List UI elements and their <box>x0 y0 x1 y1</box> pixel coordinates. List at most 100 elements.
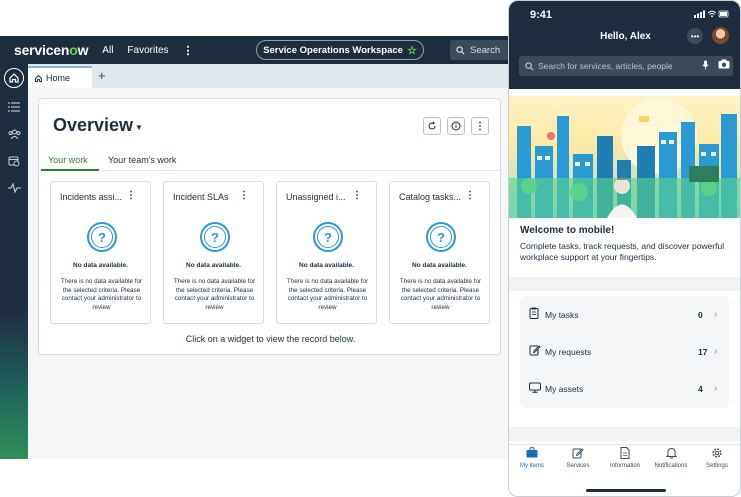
chevron-down-icon[interactable]: ▼ <box>135 123 143 132</box>
mobile-search-input[interactable]: Search for services, articles, people <box>519 56 733 76</box>
composite-screenshot: servicenow All Favorites ⋮ Service Opera… <box>0 0 741 497</box>
tab-label: Services <box>566 463 590 469</box>
widget-title: Incidents assi... <box>60 192 123 202</box>
workspace-selector[interactable]: Service Operations Workspace ☆ <box>256 40 424 60</box>
edit-icon <box>529 344 541 359</box>
signal-wifi-battery-icon <box>694 10 730 20</box>
kebab-icon[interactable]: ⋮ <box>239 190 249 201</box>
monitor-icon <box>529 382 541 396</box>
tab-notifications[interactable]: Notifications <box>648 447 694 469</box>
search-label: Search <box>470 44 501 56</box>
info-button[interactable] <box>447 117 465 135</box>
kebab-icon: ⋮ <box>475 120 485 132</box>
search-icon <box>456 45 465 55</box>
pulse-icon[interactable] <box>4 178 24 198</box>
tab-information[interactable]: Information <box>602 447 648 469</box>
side-rail <box>0 64 28 459</box>
search-placeholder: Search for services, articles, people <box>538 61 673 71</box>
tab-your-teams-work[interactable]: Your team's work <box>108 155 176 165</box>
tab-bar: Home + <box>28 64 560 88</box>
no-data-label: No data available. <box>186 262 241 269</box>
list-item-label: My tasks <box>545 309 579 320</box>
tab-label: Notifications <box>654 463 688 469</box>
tab-home[interactable]: Home <box>28 66 92 88</box>
list-item-count: 17 <box>698 346 708 357</box>
search-icon <box>525 61 534 71</box>
tab-label: Information <box>609 463 640 469</box>
refresh-button[interactable] <box>423 117 441 135</box>
team-icon[interactable] <box>4 124 24 144</box>
desktop-workspace-window: servicenow All Favorites ⋮ Service Opera… <box>0 36 560 459</box>
pencil-icon <box>555 447 601 463</box>
briefcase-icon <box>509 447 555 463</box>
list-item-count: 4 <box>698 383 703 394</box>
widget-title: Incident SLAs <box>173 192 229 202</box>
list-item-count: 0 <box>698 309 703 320</box>
my-items-list: My tasks 0 › My requests 17 › My assets … <box>520 296 729 408</box>
microphone-icon[interactable] <box>702 60 709 72</box>
nav-more-icon[interactable]: ⋮ <box>183 44 194 57</box>
list-item-label: My requests <box>545 346 592 357</box>
avatar[interactable] <box>712 27 729 44</box>
no-data-label: No data available. <box>412 262 467 269</box>
no-data-label: No data available. <box>299 262 354 269</box>
nav-favorites[interactable]: Favorites <box>127 45 168 56</box>
bottom-tab-bar: My items Services Information Notificati… <box>509 444 740 478</box>
nav-all[interactable]: All <box>102 45 113 56</box>
list-icon[interactable] <box>4 97 24 117</box>
active-tab-indicator <box>41 169 99 171</box>
list-item-my-tasks[interactable]: My tasks 0 › <box>520 296 729 333</box>
tab-label: Settings <box>706 463 728 469</box>
mobile-phone-screen: 9:41 Hello, Alex ••• Search for services… <box>508 0 741 497</box>
more-options-icon[interactable]: ••• <box>687 28 703 44</box>
chevron-right-icon: › <box>714 346 718 357</box>
document-icon <box>602 447 648 463</box>
widget-incidents-assigned[interactable]: Incidents assi... ⋮ ? No data available.… <box>50 181 151 324</box>
no-data-message: There is no data available for the selec… <box>286 278 369 312</box>
kebab-icon[interactable]: ⋮ <box>465 190 475 201</box>
more-options-button[interactable]: ⋮ <box>471 117 489 135</box>
question-mark-icon: ? <box>426 222 456 252</box>
widget-hint-text: Click on a widget to view the record bel… <box>185 334 356 344</box>
section-divider <box>509 277 740 291</box>
list-item-my-assets[interactable]: My assets 4 › <box>520 370 729 407</box>
tab-settings[interactable]: Settings <box>694 447 740 469</box>
welcome-illustration <box>509 96 740 218</box>
bell-icon <box>648 447 694 463</box>
mobile-header: 9:41 Hello, Alex ••• Search for services… <box>509 1 740 89</box>
servicenow-logo[interactable]: servicenow <box>14 42 88 58</box>
tab-services[interactable]: Services <box>555 447 601 469</box>
refresh-icon <box>428 121 436 130</box>
tab-home-label: Home <box>46 73 71 83</box>
list-item-label: My assets <box>545 383 584 394</box>
widget-title: Unassigned i... <box>286 192 346 202</box>
star-icon[interactable]: ☆ <box>407 44 417 57</box>
top-navigation-bar: servicenow All Favorites ⋮ Service Opera… <box>0 36 560 64</box>
no-data-message: There is no data available for the selec… <box>173 278 256 312</box>
tab-your-work[interactable]: Your work <box>48 155 88 165</box>
section-divider <box>509 427 740 441</box>
home-icon[interactable] <box>4 68 24 88</box>
page-title: Overview <box>53 115 134 135</box>
tab-label: My items <box>520 463 544 469</box>
camera-icon[interactable] <box>718 59 730 71</box>
kebab-icon[interactable]: ⋮ <box>126 190 136 201</box>
tab-my-items[interactable]: My items <box>509 447 555 469</box>
widget-incident-slas[interactable]: Incident SLAs ⋮ ? No data available. The… <box>163 181 264 324</box>
no-data-message: There is no data available for the selec… <box>60 278 143 312</box>
question-mark-icon: ? <box>313 222 343 252</box>
overview-tabs: Your work Your team's work <box>39 153 502 171</box>
calendar-clock-icon[interactable] <box>4 151 24 171</box>
no-data-label: No data available. <box>73 262 128 269</box>
status-time: 9:41 <box>530 9 553 21</box>
list-item-my-requests[interactable]: My requests 17 › <box>520 333 729 370</box>
widget-unassigned-incidents[interactable]: Unassigned i... ⋮ ? No data available. T… <box>276 181 377 324</box>
add-tab-button[interactable]: + <box>98 68 106 83</box>
chevron-right-icon: › <box>714 309 718 320</box>
widget-catalog-tasks[interactable]: Catalog tasks... ⋮ ? No data available. … <box>389 181 490 324</box>
widget-title: Catalog tasks... <box>399 192 462 202</box>
kebab-icon[interactable]: ⋮ <box>352 190 362 201</box>
gear-icon <box>694 447 740 463</box>
overview-card: Overview ▼ ⋮ Your work Your team's work … <box>38 98 502 355</box>
question-mark-icon: ? <box>87 222 117 252</box>
